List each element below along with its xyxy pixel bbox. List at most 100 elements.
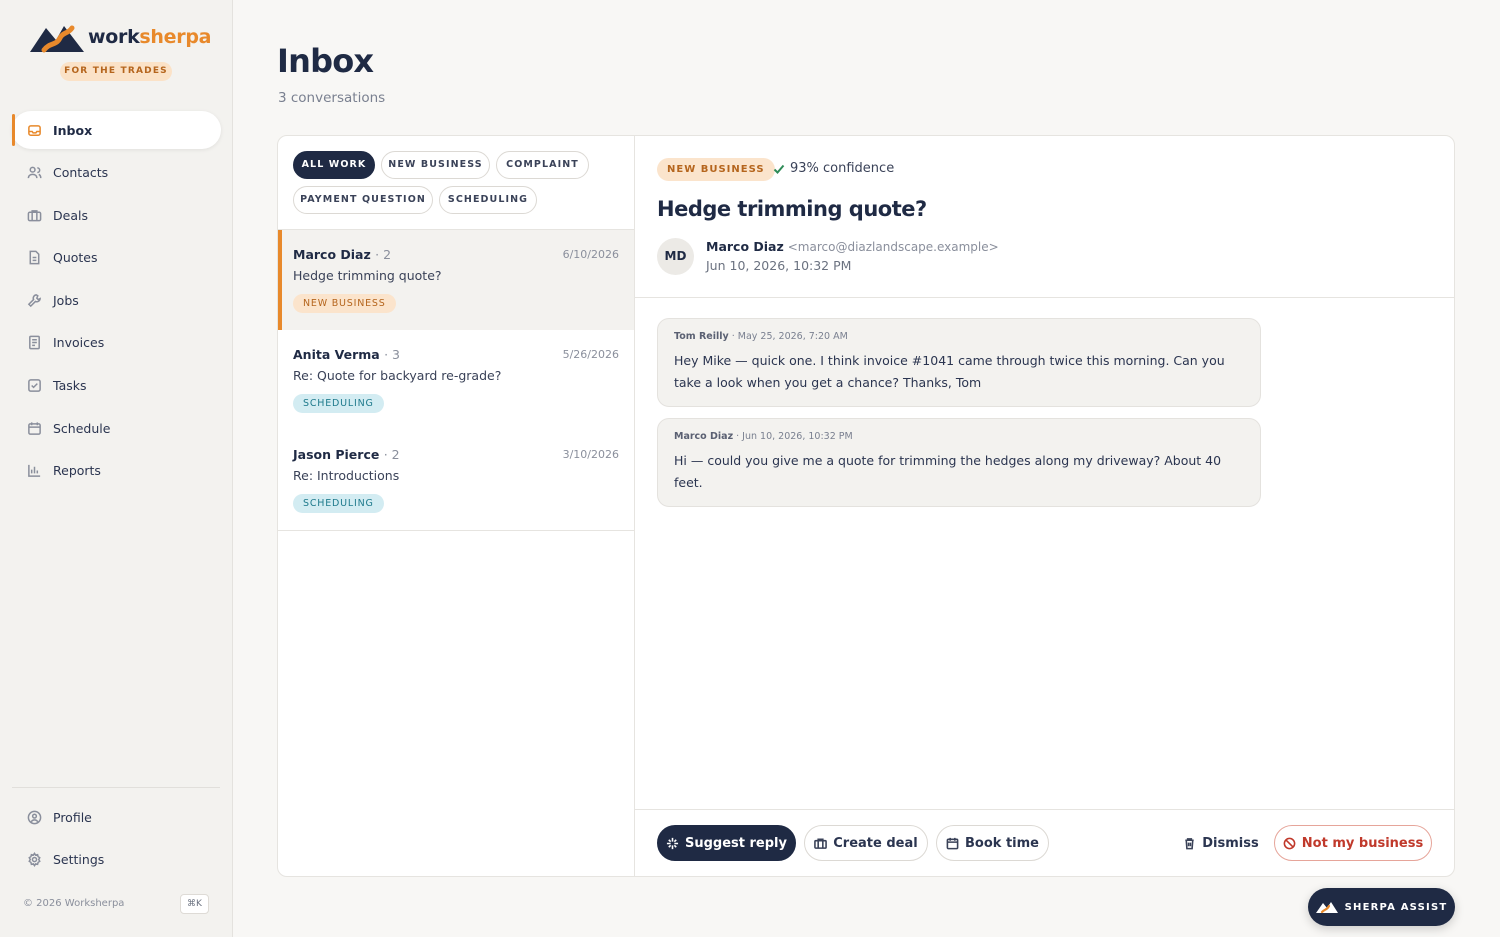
category-badge: SCHEDULING bbox=[293, 494, 384, 513]
message-count: · 3 bbox=[384, 347, 400, 362]
invoice-icon bbox=[26, 335, 42, 351]
filter-complaint[interactable]: COMPLAINT bbox=[496, 151, 589, 179]
suggest-reply-label: Suggest reply bbox=[685, 835, 787, 851]
sidebar-item-inbox[interactable]: Inbox bbox=[12, 111, 221, 149]
bottom-nav: Profile Settings bbox=[12, 798, 221, 883]
message-timestamp: · Jun 10, 2026, 10:32 PM bbox=[736, 431, 853, 442]
conversation-item[interactable]: Anita Verma · 3 5/26/2026 Re: Quote for … bbox=[278, 330, 634, 431]
profile-icon bbox=[26, 809, 42, 825]
conversation-item[interactable]: Marco Diaz · 2 6/10/2026 Hedge trimming … bbox=[278, 230, 634, 331]
sidebar-item-label: Quotes bbox=[53, 250, 98, 266]
gear-icon bbox=[26, 852, 42, 868]
suggest-reply-button[interactable]: Suggest reply bbox=[657, 825, 796, 861]
wrench-icon bbox=[26, 292, 42, 308]
sidebar-item-reports[interactable]: Reports bbox=[12, 452, 221, 490]
avatar: MD bbox=[657, 238, 694, 275]
message-body: Hi — could you give me a quote for trimm… bbox=[674, 453, 1222, 490]
conversation-sender: Marco Diaz · 2 bbox=[293, 247, 391, 262]
message-body: Hey Mike — quick one. I think invoice #1… bbox=[674, 353, 1225, 390]
message-meta: Tom Reilly · May 25, 2026, 7:20 AM bbox=[674, 331, 1244, 342]
sidebar-item-label: Schedule bbox=[53, 420, 111, 436]
message-bubble: Marco Diaz · Jun 10, 2026, 10:32 PM Hi —… bbox=[657, 418, 1261, 507]
not-my-business-button[interactable]: Not my business bbox=[1274, 825, 1432, 861]
sidebar-item-contacts[interactable]: Contacts bbox=[12, 154, 221, 192]
conversation-date: 3/10/2026 bbox=[562, 448, 619, 461]
check-icon bbox=[773, 164, 785, 174]
sidebar-item-quotes[interactable]: Quotes bbox=[12, 239, 221, 277]
trash-icon bbox=[1185, 837, 1194, 849]
sender-name: Anita Verma bbox=[293, 347, 380, 362]
conversation-item[interactable]: Jason Pierce · 2 3/10/2026 Re: Introduct… bbox=[278, 430, 634, 531]
conversation-subject: Hedge trimming quote? bbox=[293, 268, 442, 283]
main-nav: Inbox Contacts Deals Quotes Jobs Invoice… bbox=[12, 111, 221, 494]
conversation-date: 5/26/2026 bbox=[562, 348, 619, 361]
conversation-subject: Re: Introductions bbox=[293, 468, 400, 483]
detail-sender-name: Marco Diaz bbox=[706, 239, 784, 254]
briefcase-icon bbox=[26, 207, 42, 223]
detail-category-badge: NEW BUSINESS bbox=[657, 158, 775, 181]
conversation-sender: Jason Pierce · 2 bbox=[293, 447, 400, 462]
not-my-business-label: Not my business bbox=[1301, 835, 1424, 851]
detail-divider bbox=[635, 297, 1454, 298]
command-palette-shortcut[interactable]: ⌘K bbox=[180, 894, 209, 914]
users-icon bbox=[26, 165, 42, 181]
sidebar-item-deals[interactable]: Deals bbox=[12, 196, 221, 234]
sidebar: worksherpa FOR THE TRADES Inbox Contacts… bbox=[0, 0, 233, 937]
filter-scheduling[interactable]: SCHEDULING bbox=[439, 186, 537, 214]
briefcase-icon bbox=[814, 838, 828, 849]
conversation-sender: Anita Verma · 3 bbox=[293, 347, 400, 362]
sidebar-item-tasks[interactable]: Tasks bbox=[12, 367, 221, 405]
category-badge: NEW BUSINESS bbox=[293, 294, 396, 313]
dismiss-button[interactable]: Dismiss bbox=[1167, 825, 1275, 861]
sidebar-item-label: Tasks bbox=[53, 378, 87, 394]
confidence-label: 93% confidence bbox=[790, 161, 895, 176]
confidence-indicator: 93% confidence bbox=[773, 161, 894, 176]
brand-tagline: FOR THE TRADES bbox=[60, 62, 172, 81]
sidebar-item-label: Settings bbox=[53, 852, 105, 868]
sidebar-item-profile[interactable]: Profile bbox=[12, 798, 221, 836]
mountain-logo-icon bbox=[1315, 902, 1338, 914]
sparkle-icon bbox=[666, 837, 679, 849]
sidebar-item-label: Contacts bbox=[53, 165, 109, 181]
dismiss-label: Dismiss bbox=[1202, 835, 1259, 851]
sidebar-item-invoices[interactable]: Invoices bbox=[12, 324, 221, 362]
filter-new-business[interactable]: NEW BUSINESS bbox=[381, 151, 490, 179]
message-count: · 2 bbox=[383, 447, 400, 462]
message-author: Marco Diaz bbox=[674, 431, 734, 442]
sidebar-item-jobs[interactable]: Jobs bbox=[12, 281, 221, 319]
message-timestamp: · May 25, 2026, 7:20 AM bbox=[731, 331, 848, 342]
sidebar-item-label: Inbox bbox=[53, 122, 93, 138]
conversation-date: 6/10/2026 bbox=[562, 248, 619, 261]
sidebar-item-label: Reports bbox=[53, 463, 101, 479]
sherpa-assist-button[interactable]: SHERPA ASSIST bbox=[1308, 888, 1455, 926]
message-count: · 2 bbox=[375, 247, 392, 262]
sidebar-item-label: Invoices bbox=[53, 335, 105, 351]
sender-email[interactable]: <marco@diazlandscape.example> bbox=[788, 240, 999, 254]
sidebar-item-settings[interactable]: Settings bbox=[12, 841, 221, 879]
sidebar-item-label: Deals bbox=[53, 207, 88, 223]
message-bubble: Tom Reilly · May 25, 2026, 7:20 AM Hey M… bbox=[657, 318, 1261, 407]
book-time-button[interactable]: Book time bbox=[936, 825, 1049, 861]
sidebar-item-schedule[interactable]: Schedule bbox=[12, 409, 221, 447]
actions-divider bbox=[635, 809, 1454, 810]
checkbox-icon bbox=[26, 378, 42, 394]
block-icon bbox=[1283, 837, 1296, 849]
sherpa-assist-label: SHERPA ASSIST bbox=[1344, 901, 1448, 913]
bar-chart-icon bbox=[26, 463, 42, 479]
brand-logo[interactable]: worksherpa bbox=[30, 20, 211, 60]
filter-all-work[interactable]: ALL WORK bbox=[293, 151, 375, 179]
mountain-logo-icon bbox=[30, 25, 84, 53]
calendar-icon bbox=[26, 420, 42, 436]
book-time-label: Book time bbox=[965, 835, 1039, 851]
conversation-subject: Re: Quote for backyard re-grade? bbox=[293, 368, 502, 383]
sidebar-item-label: Profile bbox=[53, 809, 92, 825]
page-title: Inbox bbox=[277, 42, 374, 80]
filter-payment-question[interactable]: PAYMENT QUESTION bbox=[293, 186, 433, 214]
category-badge: SCHEDULING bbox=[293, 394, 384, 413]
conversation-detail: NEW BUSINESS 93% confidence Hedge trimmi… bbox=[635, 136, 1454, 876]
sender-name: Marco Diaz bbox=[293, 247, 371, 262]
conversation-count: 3 conversations bbox=[278, 90, 386, 106]
create-deal-label: Create deal bbox=[833, 835, 918, 851]
sender-info: Marco Diaz <marco@diazlandscape.example> bbox=[706, 239, 999, 254]
create-deal-button[interactable]: Create deal bbox=[804, 825, 928, 861]
